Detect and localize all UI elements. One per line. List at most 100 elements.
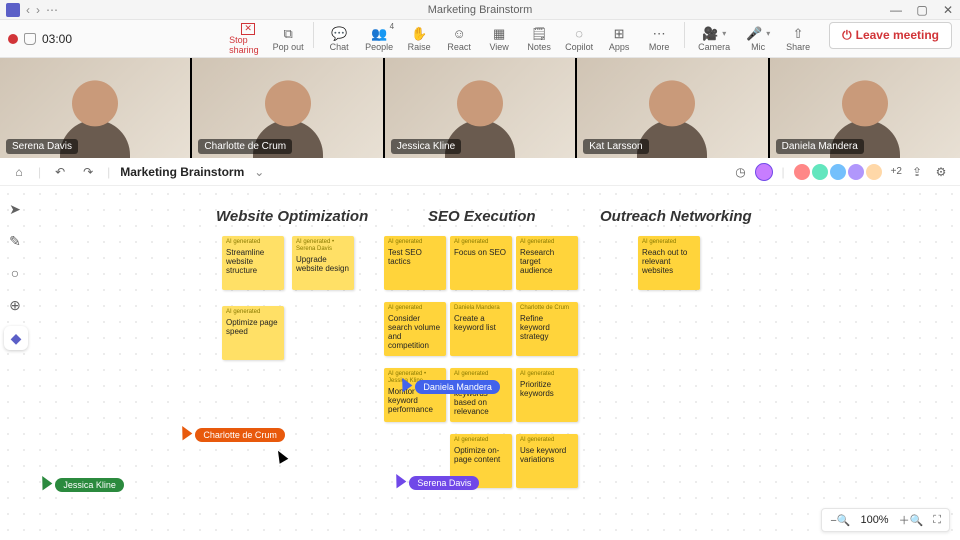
share-icon: ⇧ [790,26,806,42]
extra-avatars-count[interactable]: +2 [891,166,902,177]
section-title-website: Website Optimization [216,208,368,225]
pen-tool-icon[interactable]: ✎ [4,230,26,252]
apps-icon: ⊞ [611,26,627,42]
more-icon: ⋯ [651,26,667,42]
whiteboard-tool-rail: ➤ ✎ ○ ⊕ ◆ [4,198,28,350]
title-bar: ‹ › ⋯ Marketing Brainstorm — ▢ ✕ [0,0,960,20]
raise-hand-button[interactable]: ✋ Raise [400,22,438,56]
maximize-icon[interactable]: ▢ [916,4,928,16]
chevron-down-icon: ▾ [766,29,770,38]
record-dot-icon [8,34,18,44]
minimize-icon[interactable]: — [890,4,902,16]
video-tile[interactable]: Jessica Kline [385,58,575,158]
avatar[interactable] [811,163,829,181]
sticky-note[interactable]: AI generatedUse keyword variations [516,434,578,488]
timer-icon[interactable]: ◷ [731,163,749,181]
raise-hand-icon: ✋ [411,26,427,42]
avatar[interactable] [829,163,847,181]
overflow-icon[interactable]: ⋯ [46,3,58,17]
camera-button[interactable]: 🎥▾ Camera [691,22,737,56]
notes-icon: 🗒 [531,26,547,42]
sticky-note[interactable]: Daniela ManderaCreate a keyword list [450,302,512,356]
zoom-out-icon[interactable]: −🔍 [830,514,850,527]
view-icon: ▦ [491,26,507,42]
chat-icon: 💬 [331,26,347,42]
copilot-whiteboard-icon[interactable]: ◆ [4,326,28,350]
redo-icon[interactable]: ↷ [79,163,97,181]
comment-tool-icon[interactable]: ○ [4,262,26,284]
section-title-seo: SEO Execution [428,208,536,225]
back-icon[interactable]: ‹ [26,3,30,17]
whiteboard-canvas[interactable]: ➤ ✎ ○ ⊕ ◆ Website Optimization SEO Execu… [0,186,960,540]
apps-button[interactable]: ⊞ Apps [600,22,638,56]
more-button[interactable]: ⋯ More [640,22,678,56]
stop-sharing-icon: ✕ [241,23,255,35]
cursor-icon [396,376,413,393]
sticky-note[interactable]: AI generatedPrioritize keywords [516,368,578,422]
avatar[interactable] [793,163,811,181]
sticky-note[interactable]: AI generatedOptimize page speed [222,306,284,360]
forward-icon[interactable]: › [36,3,40,17]
react-icon: ☺ [451,26,467,42]
notes-button[interactable]: 🗒 Notes [520,22,558,56]
pop-out-button[interactable]: ⧉ Pop out [269,22,307,56]
view-button[interactable]: ▦ View [480,22,518,56]
cursor-icon [176,424,193,441]
sticky-note[interactable]: AI generatedTest SEO tactics [384,236,446,290]
zoom-in-icon[interactable]: ＋🔍 [899,512,924,528]
separator [684,22,685,48]
remote-cursor-charlotte: Charlotte de Crum [178,426,285,442]
video-strip: Serena Davis Charlotte de Crum Jessica K… [0,58,960,158]
people-button[interactable]: 👥 4 People [360,22,398,56]
whiteboard-title[interactable]: Marketing Brainstorm [120,165,244,179]
home-icon[interactable]: ⌂ [10,163,28,181]
leave-icon: ⏻ [842,28,852,43]
video-tile[interactable]: Charlotte de Crum [192,58,382,158]
remote-cursor-daniela: Daniela Mandera [398,378,500,394]
pointer-tool-icon[interactable]: ➤ [4,198,26,220]
sticky-note[interactable]: Charlotte de CrumRefine keyword strategy [516,302,578,356]
recording-indicator: 03:00 [8,32,72,46]
remote-cursor-serena: Serena Davis [392,474,479,490]
avatar[interactable] [847,163,865,181]
zoom-level[interactable]: 100% [860,514,888,526]
leave-meeting-button[interactable]: ⏻ Leave meeting [829,22,952,49]
stop-sharing-button[interactable]: ✕ Stop sharing [229,22,267,56]
camera-icon: 🎥▾ [706,26,722,42]
video-tile[interactable]: Kat Larsson [577,58,767,158]
teams-logo-icon [6,3,20,17]
recording-time: 03:00 [42,32,72,46]
sticky-note[interactable]: AI generatedReach out to relevant websit… [638,236,700,290]
sticky-note[interactable]: AI generated • Serena DavisUpgrade websi… [292,236,354,290]
share-whiteboard-icon[interactable]: ⇪ [908,163,926,181]
local-cursor-icon [274,448,289,463]
share-button[interactable]: ⇧ Share [779,22,817,56]
mic-button[interactable]: 🎤▾ Mic [739,22,777,56]
settings-icon[interactable]: ⚙ [932,163,950,181]
remote-cursor-jessica: Jessica Kline [38,476,124,492]
chevron-down-icon: ▾ [722,29,726,38]
people-icon: 👥 [371,26,387,42]
video-tile[interactable]: Serena Davis [0,58,190,158]
undo-icon[interactable]: ↶ [51,163,69,181]
meeting-toolbar: 03:00 ✕ Stop sharing ⧉ Pop out 💬 Chat 👥 … [0,20,960,58]
chevron-down-icon[interactable]: ⌄ [254,165,264,179]
chat-button[interactable]: 💬 Chat [320,22,358,56]
avatar[interactable] [865,163,883,181]
react-button[interactable]: ☺ React [440,22,478,56]
avatar[interactable] [755,163,773,181]
add-tool-icon[interactable]: ⊕ [4,294,26,316]
separator [313,22,314,48]
cursor-icon [36,474,53,491]
sticky-note[interactable]: AI generatedFocus on SEO [450,236,512,290]
fit-screen-icon[interactable]: ⛶ [933,514,941,527]
close-icon[interactable]: ✕ [942,4,954,16]
sticky-note[interactable]: AI generatedStreamline website structure [222,236,284,290]
sticky-note[interactable]: AI generatedResearch target audience [516,236,578,290]
shield-icon [24,33,36,45]
sticky-note[interactable]: AI generated • Jessica KlineMonitor keyw… [384,368,446,422]
sticky-note[interactable]: AI generatedConsider search volume and c… [384,302,446,356]
video-tile[interactable]: Daniela Mandera [770,58,960,158]
copilot-button[interactable]: ◌ Copilot [560,22,598,56]
sticky-note[interactable]: AI generatedRank keywords based on relev… [450,368,512,422]
